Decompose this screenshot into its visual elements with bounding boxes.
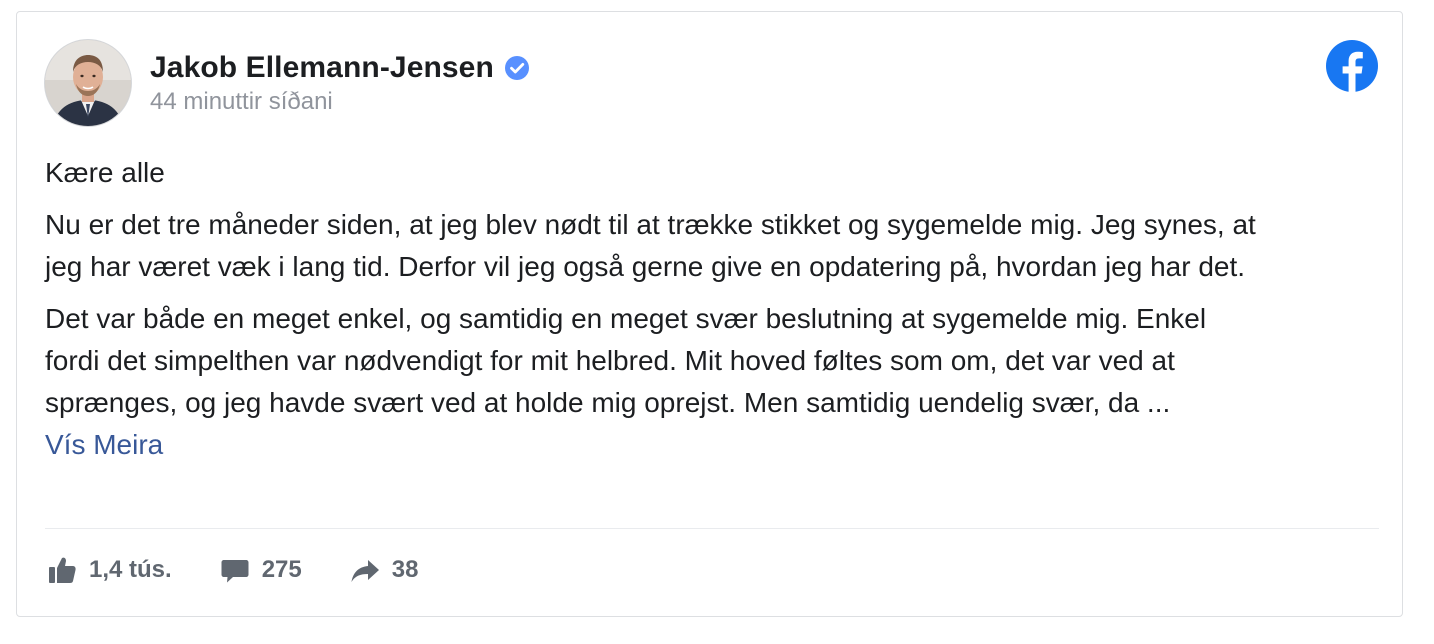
verified-badge-icon: [504, 56, 529, 80]
footer-divider: [45, 528, 1379, 529]
share-stat[interactable]: 38: [350, 555, 419, 585]
author-header: Jakob Ellemann-Jensen: [150, 48, 530, 88]
avatar-portrait-icon: [45, 40, 131, 126]
post-timestamp[interactable]: 44 minuttir síðani: [150, 88, 333, 116]
like-stat[interactable]: 1,4 tús.: [47, 555, 172, 585]
facebook-logo-icon[interactable]: [1326, 40, 1378, 92]
post-body: Kære alle Nu er det tre måneder siden, a…: [45, 152, 1385, 466]
post-paragraph: Det var både en meget enkel, og samtidig…: [45, 303, 1207, 418]
share-arrow-icon: [351, 560, 379, 582]
like-count: 1,4 tús.: [89, 556, 172, 583]
facebook-post-embed: Jakob Ellemann-Jensen 44 minuttir síðani…: [16, 11, 1403, 617]
speech-bubble-icon: [221, 560, 249, 583]
post-paragraph: Kære alle: [45, 157, 165, 188]
post-stats-bar: 1,4 tús. 275 38: [47, 555, 418, 585]
author-avatar[interactable]: [44, 39, 132, 127]
thumbs-up-icon: [49, 557, 76, 583]
see-more-link[interactable]: Vís Meira: [45, 424, 1385, 466]
comment-count: 275: [261, 556, 302, 583]
share-count: 38: [391, 556, 419, 583]
post-paragraph: Nu er det tre måneder siden, at jeg blev…: [45, 209, 1256, 282]
comment-stat[interactable]: 275: [220, 555, 302, 585]
author-name-link[interactable]: Jakob Ellemann-Jensen: [150, 51, 494, 85]
